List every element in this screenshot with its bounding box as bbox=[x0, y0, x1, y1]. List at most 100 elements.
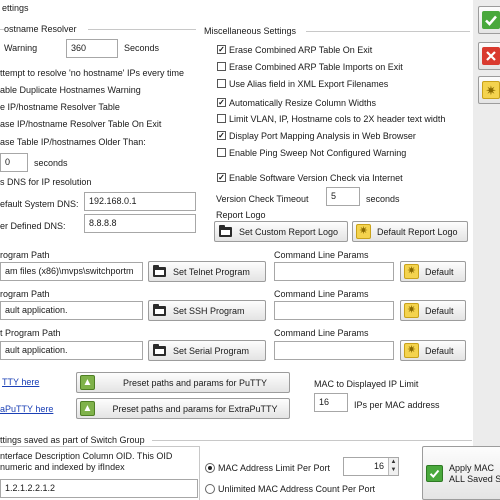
serial-default-label: Default bbox=[425, 345, 454, 356]
preset-extraputty-button[interactable]: ▲ Preset paths and params for ExtraPuTTY bbox=[76, 398, 290, 419]
preset-putty-label: Preset paths and params for PuTTY bbox=[122, 377, 268, 388]
misc-checkbox-6[interactable] bbox=[217, 148, 226, 157]
cancel-button[interactable] bbox=[478, 42, 500, 70]
misc-checkbox-label-6[interactable]: Enable Ping Sweep Not Configured Warning bbox=[229, 147, 406, 159]
preset-putty-button[interactable]: ▲ Preset paths and params for PuTTY bbox=[76, 372, 290, 393]
apply-mac-line1: Apply MAC bbox=[449, 463, 495, 473]
older-than-unit: seconds bbox=[34, 158, 68, 168]
misc-checkbox-label-5[interactable]: Display Port Mapping Analysis in Web Bro… bbox=[229, 130, 416, 142]
ssh-default-label: Default bbox=[425, 305, 454, 316]
apply-mac-all-button[interactable]: Apply MAC ALL Saved S bbox=[422, 446, 500, 500]
serial-path-label: t Program Path bbox=[0, 328, 61, 338]
unlimited-mac-radio-label[interactable]: Unlimited MAC Address Count Per Port bbox=[218, 483, 375, 495]
duplicate-warning-option[interactable]: able Duplicate Hostnames Warning bbox=[0, 84, 141, 96]
set-ssh-label: Set SSH Program bbox=[173, 305, 245, 316]
set-ssh-button[interactable]: Set SSH Program bbox=[148, 300, 266, 321]
gear-icon: ✷ bbox=[482, 81, 500, 99]
gear-icon: ✷ bbox=[404, 343, 419, 358]
arrow-up-icon: ▲ bbox=[80, 401, 95, 416]
unlimited-mac-radio[interactable] bbox=[205, 484, 215, 494]
mac-limit-per-port-value: 16 bbox=[373, 461, 384, 471]
set-custom-logo-label: Set Custom Report Logo bbox=[239, 226, 339, 237]
dns-resolution-option[interactable]: s DNS for IP resolution bbox=[0, 176, 91, 188]
group-border-right bbox=[88, 29, 196, 30]
ssh-path-input[interactable]: ault application. bbox=[0, 301, 143, 320]
misc-checkbox-label-1[interactable]: Erase Combined ARP Table Imports on Exit bbox=[229, 61, 403, 73]
misc-settings-title: Miscellaneous Settings bbox=[204, 26, 297, 36]
set-custom-logo-button[interactable]: Set Custom Report Logo bbox=[214, 221, 348, 242]
mac-limit-radio-label[interactable]: MAC Address Limit Per Port bbox=[218, 462, 330, 474]
oid-input[interactable]: 1.2.1.2.2.1.2 bbox=[0, 479, 198, 498]
putty-link[interactable]: TTY here bbox=[2, 376, 39, 388]
resolver-table-option[interactable]: e IP/hostname Resolver Table bbox=[0, 101, 120, 113]
gear-icon: ✷ bbox=[356, 224, 371, 239]
user-dns-input[interactable]: 8.8.8.8 bbox=[84, 214, 196, 233]
serial-default-button[interactable]: ✷ Default bbox=[400, 340, 466, 361]
close-icon bbox=[482, 47, 500, 65]
arrow-up-icon: ▲ bbox=[80, 375, 95, 390]
erase-resolver-exit-option[interactable]: ase IP/hostname Resolver Table On Exit bbox=[0, 118, 161, 130]
serial-params-input[interactable] bbox=[274, 341, 394, 360]
switch-group-title: ttings saved as part of Switch Group bbox=[0, 435, 145, 445]
mac-ip-limit-unit: IPs per MAC address bbox=[354, 400, 440, 410]
telnet-default-label: Default bbox=[425, 266, 454, 277]
ssh-default-button[interactable]: ✷ Default bbox=[400, 300, 466, 321]
serial-path-input[interactable]: ault application. bbox=[0, 341, 143, 360]
misc-checkbox-7[interactable]: ✓ bbox=[217, 173, 226, 182]
ok-button[interactable] bbox=[478, 6, 500, 34]
misc-checkbox-3[interactable]: ✓ bbox=[217, 98, 226, 107]
spin-arrows-icon[interactable]: ▲ ▼ bbox=[388, 458, 398, 475]
telnet-path-label: rogram Path bbox=[0, 250, 50, 260]
erase-older-than-option[interactable]: ase Table IP/hostnames Older Than: bbox=[0, 136, 146, 148]
older-than-input[interactable]: 0 bbox=[0, 153, 28, 172]
warning-unit: Seconds bbox=[124, 43, 160, 53]
misc-checkbox-label-3[interactable]: Automatically Resize Column Widths bbox=[229, 97, 376, 109]
report-logo-label: Report Logo bbox=[216, 210, 266, 220]
apply-mac-line2: ALL Saved S bbox=[449, 474, 500, 484]
misc-checkbox-1[interactable] bbox=[217, 62, 226, 71]
misc-group-border bbox=[306, 31, 470, 32]
misc-checkbox-2[interactable] bbox=[217, 79, 226, 88]
check-icon bbox=[482, 11, 500, 29]
switch-group-border bbox=[152, 440, 472, 441]
telnet-params-label: Command Line Params bbox=[274, 250, 369, 260]
extraputty-link[interactable]: aPuTTY here bbox=[0, 403, 53, 415]
mac-ip-limit-input[interactable]: 16 bbox=[314, 393, 348, 412]
user-dns-label: er Defined DNS: bbox=[0, 221, 66, 231]
version-timeout-input[interactable]: 5 bbox=[326, 187, 360, 206]
warning-label: Warning bbox=[4, 43, 38, 53]
misc-checkbox-4[interactable] bbox=[217, 114, 226, 123]
folder-icon bbox=[152, 303, 167, 318]
default-dns-input[interactable]: 192.168.0.1 bbox=[84, 192, 196, 211]
default-dns-label: efault System DNS: bbox=[0, 199, 79, 209]
ssh-params-label: Command Line Params bbox=[274, 289, 369, 299]
telnet-path-input[interactable]: am files (x86)\mvps\switchportm bbox=[0, 262, 143, 281]
version-timeout-unit: seconds bbox=[366, 194, 400, 204]
warning-seconds-input[interactable]: 360 bbox=[66, 39, 118, 58]
set-serial-button[interactable]: Set Serial Program bbox=[148, 340, 266, 361]
misc-checkbox-label-2[interactable]: Use Alias field in XML Export Filenames bbox=[229, 78, 388, 90]
hostname-resolver-title: ostname Resolver bbox=[4, 24, 77, 34]
folder-icon bbox=[152, 343, 167, 358]
misc-checkbox-5[interactable]: ✓ bbox=[217, 131, 226, 140]
attempt-resolve-option[interactable]: ttempt to resolve 'no hostname' IPs ever… bbox=[0, 67, 184, 79]
mac-limit-radio[interactable] bbox=[205, 463, 215, 473]
telnet-default-button[interactable]: ✷ Default bbox=[400, 261, 466, 282]
ssh-params-input[interactable] bbox=[274, 301, 394, 320]
set-telnet-button[interactable]: Set Telnet Program bbox=[148, 261, 266, 282]
version-timeout-label: Version Check Timeout bbox=[216, 194, 309, 204]
misc-checkbox-0[interactable]: ✓ bbox=[217, 45, 226, 54]
gear-icon: ✷ bbox=[404, 303, 419, 318]
misc-checkbox-label-7[interactable]: Enable Software Version Check via Intern… bbox=[229, 172, 403, 184]
oid-description-line2: numeric and indexed by ifIndex bbox=[0, 462, 125, 472]
check-icon bbox=[426, 465, 443, 482]
default-logo-button[interactable]: ✷ Default Report Logo bbox=[352, 221, 468, 242]
serial-params-label: Command Line Params bbox=[274, 328, 369, 338]
preset-extraputty-label: Preset paths and params for ExtraPuTTY bbox=[112, 403, 278, 414]
ssh-path-label: rogram Path bbox=[0, 289, 50, 299]
telnet-params-input[interactable] bbox=[274, 262, 394, 281]
misc-checkbox-label-4[interactable]: Limit VLAN, IP, Hostname cols to 2X head… bbox=[229, 113, 445, 125]
misc-checkbox-label-0[interactable]: Erase Combined ARP Table On Exit bbox=[229, 44, 372, 56]
defaults-button[interactable]: ✷ bbox=[478, 76, 500, 104]
mac-limit-per-port-stepper[interactable]: 16 ▲ ▼ bbox=[343, 457, 399, 476]
